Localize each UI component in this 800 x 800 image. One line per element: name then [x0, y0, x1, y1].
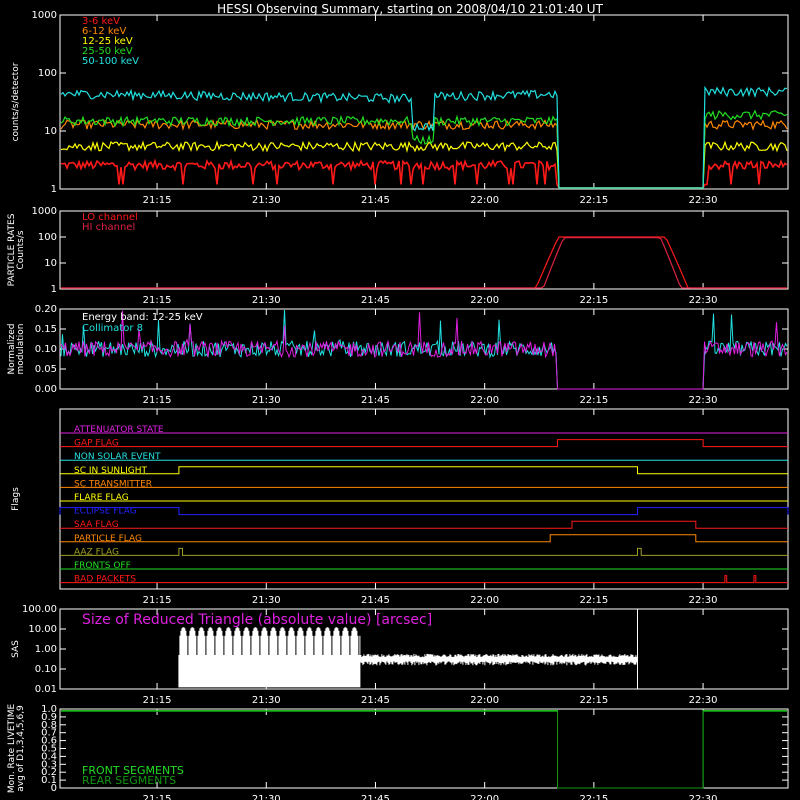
- x-tick-label: 22:30: [689, 395, 718, 406]
- sas-annotation: Size of Reduced Triangle (absolute value…: [82, 612, 432, 628]
- x-tick-label: 21:30: [252, 794, 281, 800]
- x-tick-label: 22:00: [470, 295, 499, 306]
- y-tick-label: 100: [38, 68, 57, 79]
- x-tick-label: 21:15: [143, 295, 172, 306]
- y-axis-label: modulation: [16, 324, 26, 375]
- y-tick-label: 0.15: [35, 324, 57, 335]
- x-tick-label: 21:15: [143, 195, 172, 206]
- legend-entry: 50-100 keV: [82, 56, 139, 67]
- x-tick-label: 22:15: [579, 794, 608, 800]
- y-axis-label: Counts/s: [16, 230, 26, 269]
- y-tick-label: 10: [44, 258, 57, 269]
- x-tick-label: 21:45: [361, 695, 390, 706]
- x-tick-label: 22:30: [689, 595, 718, 606]
- x-tick-label: 22:15: [579, 195, 608, 206]
- y-tick-label: 0.10: [35, 664, 57, 675]
- annotation-energy-band: Energy band: 12-25 keV: [82, 312, 203, 323]
- y-tick-label: 0.01: [35, 684, 57, 695]
- y-tick-label: 10.00: [28, 624, 57, 635]
- x-tick-label: 21:30: [252, 695, 281, 706]
- x-tick-label: 22:15: [579, 695, 608, 706]
- x-tick-label: 21:30: [252, 395, 281, 406]
- x-tick-label: 21:30: [252, 295, 281, 306]
- x-tick-label: 22:00: [470, 195, 499, 206]
- legend-entry: REAR SEGMENTS: [82, 774, 176, 787]
- x-tick-label: 22:00: [470, 695, 499, 706]
- x-tick-label: 21:45: [361, 395, 390, 406]
- x-tick-label: 22:30: [689, 195, 718, 206]
- x-tick-label: 21:15: [143, 595, 172, 606]
- x-tick-label: 22:00: [470, 395, 499, 406]
- y-tick-label: 1: [51, 284, 57, 295]
- x-tick-label: 21:15: [143, 695, 172, 706]
- y-tick-label: 1.0: [41, 704, 57, 715]
- x-tick-label: 22:30: [689, 794, 718, 800]
- y-axis-label: avg of D1,3,4,5,6,9: [16, 705, 26, 792]
- y-tick-label: 0.20: [35, 304, 57, 315]
- x-tick-label: 22:30: [689, 295, 718, 306]
- x-tick-label: 21:45: [361, 595, 390, 606]
- y-tick-label: 100: [38, 232, 57, 243]
- y-tick-label: 10: [44, 126, 57, 137]
- observing-summary-figure: HESSI Observing Summary, starting on 200…: [0, 0, 800, 800]
- y-axis-label: Flags: [11, 487, 21, 511]
- x-tick-label: 22:15: [579, 395, 608, 406]
- x-tick-label: 21:15: [143, 395, 172, 406]
- y-tick-label: 0.10: [35, 344, 57, 355]
- x-tick-label: 21:15: [143, 794, 172, 800]
- x-tick-label: 21:45: [361, 195, 390, 206]
- y-axis-label: SAS: [11, 640, 21, 658]
- y-tick-label: 100.00: [22, 604, 57, 615]
- legend-entry: HI channel: [82, 222, 135, 233]
- figure-title: HESSI Observing Summary, starting on 200…: [217, 2, 603, 16]
- y-tick-label: 0.05: [35, 364, 57, 375]
- y-axis-label: counts/s/detector: [11, 62, 21, 141]
- x-tick-label: 22:00: [470, 595, 499, 606]
- x-tick-label: 21:30: [252, 195, 281, 206]
- x-tick-label: 21:45: [361, 794, 390, 800]
- annotation-collimator: Collimator 8: [82, 323, 143, 334]
- x-tick-label: 22:30: [689, 695, 718, 706]
- y-tick-label: 1.00: [35, 644, 57, 655]
- x-tick-label: 22:00: [470, 794, 499, 800]
- x-tick-label: 21:45: [361, 295, 390, 306]
- x-tick-label: 21:30: [252, 595, 281, 606]
- x-tick-label: 22:15: [579, 295, 608, 306]
- y-tick-label: 1000: [32, 10, 57, 21]
- x-tick-label: 22:15: [579, 595, 608, 606]
- y-tick-label: 1000: [32, 206, 57, 217]
- y-tick-label: 1: [51, 184, 57, 195]
- y-tick-label: 0.00: [35, 384, 57, 395]
